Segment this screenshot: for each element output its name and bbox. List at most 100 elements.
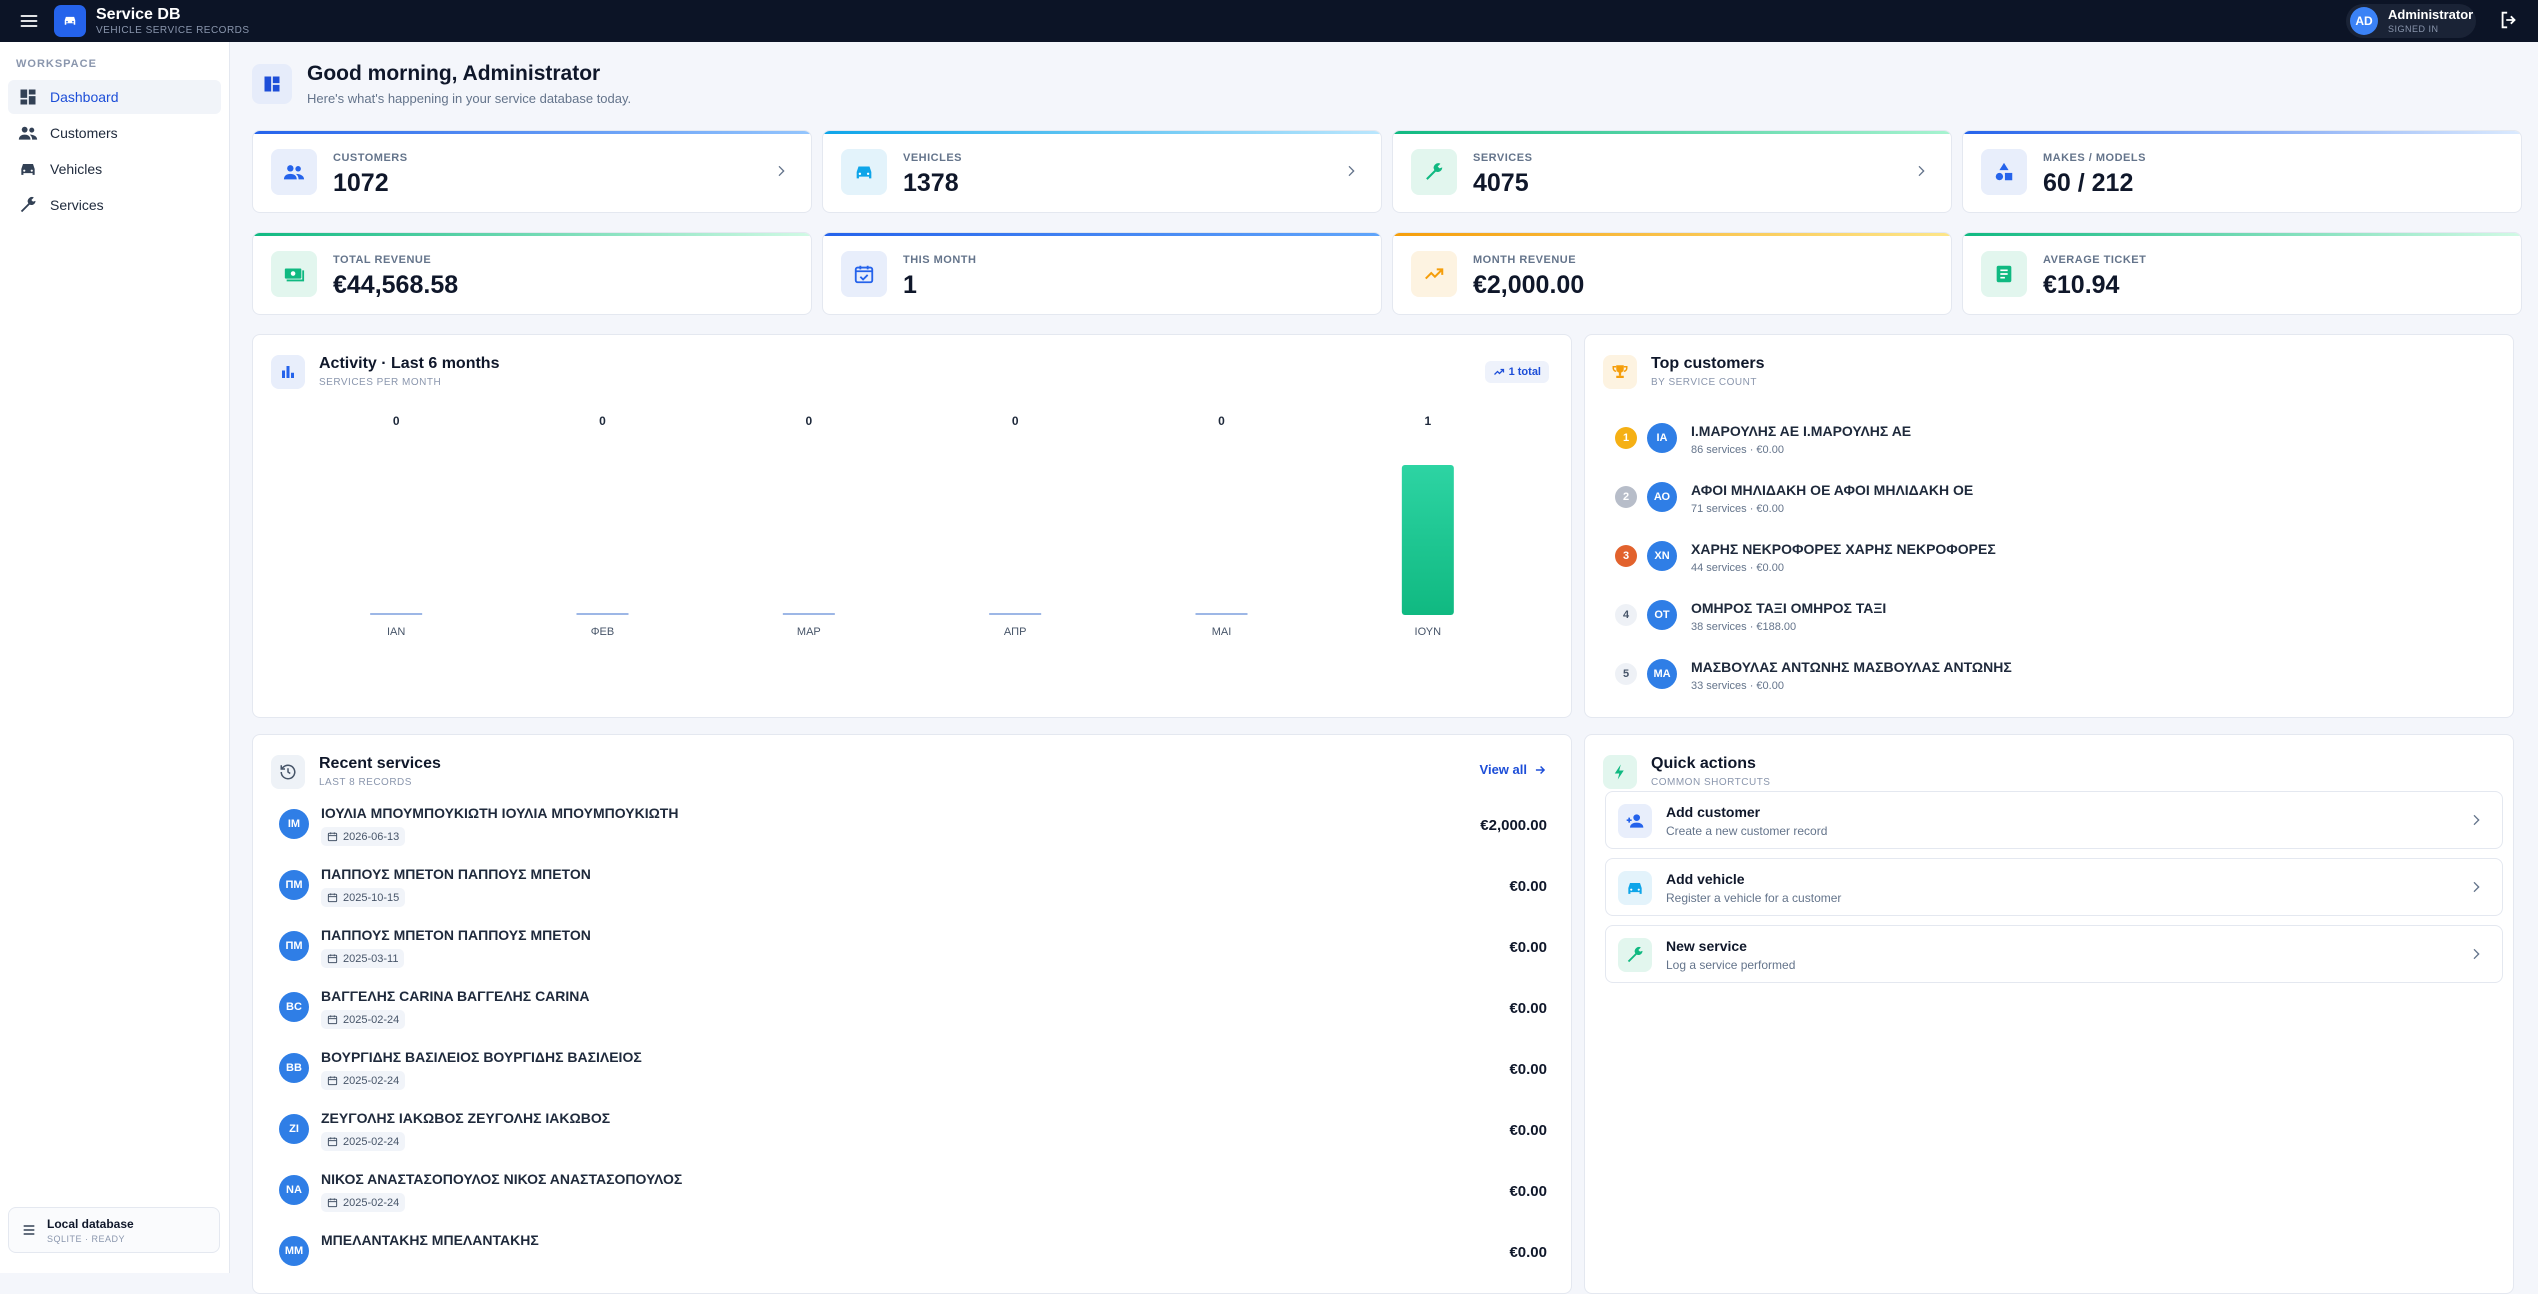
recent-service-row[interactable]: ΜΜ ΜΠΕΛΑΝΤΑΚΗΣ ΜΠΕΛΑΝΤΑΚΗΣ €0.00 [253, 1226, 1571, 1286]
chart-category-label: ΜΑΡ [797, 626, 821, 638]
service-amount: €0.00 [1509, 1244, 1547, 1261]
stat-card-services[interactable]: SERVICES 4075 [1392, 130, 1952, 213]
stat-label: CUSTOMERS [333, 152, 408, 164]
view-all-link[interactable]: View all [1480, 762, 1547, 777]
user-menu[interactable]: AD Administrator SIGNED IN [2346, 4, 2476, 38]
stat-card-month-revenue: MONTH REVENUE €2,000.00 [1392, 232, 1952, 315]
quick-action-subtitle: Create a new customer record [1666, 824, 1828, 838]
avatar: ΠΜ [279, 931, 309, 961]
avatar: ΟΤ [1647, 600, 1677, 630]
calendar-icon [327, 1015, 338, 1025]
sidebar-item-dashboard[interactable]: Dashboard [8, 80, 221, 114]
app-title: Service DB [96, 5, 181, 23]
top-customer-row[interactable]: 3 ΧΝ ΧΑΡΗΣ ΝΕΚΡΟΦΟΡΕΣ ΧΑΡΗΣ ΝΕΚΡΟΦΟΡΕΣ 44 s… [1605, 533, 2305, 583]
avatar: ΙΜ [279, 809, 309, 839]
recent-service-row[interactable]: ΝΑ ΝΙΚΟΣ ΑΝΑΣΤΑΣΟΠΟΥΛΟΣ ΝΙΚΟΣ ΑΝΑΣΤΑΣΟΠΟΥ… [253, 1165, 1571, 1225]
customer-meta: 38 services · €188.00 [1691, 621, 1797, 633]
chart-bar [1401, 465, 1454, 615]
service-date: 2025-02-24 [321, 1132, 406, 1151]
top-customer-row[interactable]: 1 ΙΑ Ι.ΜΑΡΟΥΛΗΣ ΑΕ Ι.ΜΑΡΟΥΛΗΣ ΑΕ 86 service… [1605, 415, 2305, 465]
calendar-icon [327, 1198, 338, 1208]
service-date-text: 2025-02-24 [343, 1013, 400, 1026]
chart-category-label: ΑΠΡ [1004, 626, 1027, 638]
calendar-icon [327, 1076, 338, 1086]
service-date: 2025-02-24 [321, 1193, 406, 1212]
quick-actions-title: Quick actions [1651, 755, 1756, 772]
stat-value: 1072 [333, 169, 389, 197]
service-amount: €0.00 [1509, 939, 1547, 956]
database-title: Local database [47, 1216, 134, 1231]
service-customer-name: ΠΑΠΠΟΥΣ ΜΠΕΤΟΝ ΠΑΠΠΟΥΣ ΜΠΕΤΟΝ [321, 927, 591, 943]
add-vehicle-button[interactable]: Add vehicle Register a vehicle for a cus… [1605, 858, 2503, 916]
service-date-text: 2026-06-13 [343, 830, 400, 843]
rank-badge: 5 [1615, 663, 1637, 685]
logout-icon[interactable] [2498, 9, 2522, 33]
menu-icon[interactable] [14, 6, 44, 36]
chart-category-label: ΙΑΝ [387, 626, 405, 638]
top-customer-row[interactable]: 5 ΜΑ ΜΑΣΒΟΥΛΑΣ ΑΝΤΩΝΗΣ ΜΑΣΒΟΥΛΑΣ ΑΝΤΩΝΗΣ 33… [1605, 651, 2305, 701]
chevron-right-icon [2473, 948, 2480, 960]
sidebar-item-customers[interactable]: Customers [8, 116, 221, 150]
avatar: ΖΙ [279, 1114, 309, 1144]
car-icon [1618, 871, 1652, 905]
sidebar-item-vehicles[interactable]: Vehicles [8, 152, 221, 186]
top-customer-row[interactable]: 2 ΑΟ ΑΦΟΙ ΜΗΛΙΔΑΚΗ ΟΕ ΑΦΟΙ ΜΗΛΙΔΑΚΗ ΟΕ 71 s… [1605, 474, 2305, 524]
stat-value: 60 / 212 [2043, 169, 2134, 197]
service-date: 2026-06-13 [321, 827, 406, 846]
service-date: 2025-03-11 [321, 949, 405, 968]
service-customer-name: ΒΟΥΡΓΙΔΗΣ ΒΑΣΙΛΕΙΟΣ ΒΟΥΡΓΙΔΗΣ ΒΑΣΙΛΕΙΟΣ [321, 1049, 642, 1065]
service-amount: €0.00 [1509, 878, 1547, 895]
avatar: ΜΑ [1647, 659, 1677, 689]
top-customer-row[interactable]: 4 ΟΤ ΟΜΗΡΟΣ ΤΑΞΙ ΟΜΗΡΟΣ ΤΑΞΙ 38 services · … [1605, 592, 2305, 642]
stat-value: 4075 [1473, 169, 1529, 197]
rank-badge: 3 [1615, 545, 1637, 567]
calendar-icon [327, 832, 338, 842]
user-name: Administrator [2388, 7, 2474, 22]
view-all-label: View all [1479, 762, 1527, 777]
stat-label: TOTAL REVENUE [333, 254, 432, 266]
trophy-icon [1603, 355, 1637, 389]
chart-value-label: 0 [1218, 414, 1225, 428]
chart-value-label: 0 [393, 414, 400, 428]
new-service-button[interactable]: New service Log a service performed [1605, 925, 2503, 983]
avatar: ΒΒ [279, 1053, 309, 1083]
service-date: 2025-02-24 [321, 1010, 406, 1029]
recent-service-row[interactable]: ΠΜ ΠΑΠΠΟΥΣ ΜΠΕΤΟΝ ΠΑΠΠΟΥΣ ΜΠΕΤΟΝ 2025-10-1… [253, 860, 1571, 920]
chart-bar [370, 613, 423, 615]
database-status: Local database SQLITE · READY [8, 1207, 220, 1253]
sidebar-item-services[interactable]: Services [8, 188, 221, 222]
people-icon [271, 149, 317, 195]
service-customer-name: ΖΕΥΓΟΛΗΣ ΙΑΚΩΒΟΣ ΖΕΥΓΟΛΗΣ ΙΑΚΩΒΟΣ [321, 1110, 611, 1126]
service-customer-name: ΠΑΠΠΟΥΣ ΜΠΕΤΟΝ ΠΑΠΠΟΥΣ ΜΠΕΤΟΝ [321, 866, 591, 882]
stat-card-vehicles[interactable]: VEHICLES 1378 [822, 130, 1382, 213]
recent-service-row[interactable]: BC ΒΑΓΓΕΛΗΣ CARINA ΒΑΓΓΕΛΗΣ CARINA 2025-02… [253, 982, 1571, 1042]
recent-service-row[interactable]: ΒΒ ΒΟΥΡΓΙΔΗΣ ΒΑΣΙΛΕΙΟΣ ΒΟΥΡΓΙΔΗΣ ΒΑΣΙΛΕΙΟ… [253, 1043, 1571, 1103]
person-add-icon [1618, 804, 1652, 838]
quick-action-title: Add vehicle [1666, 871, 1745, 887]
recent-service-row[interactable]: ΖΙ ΖΕΥΓΟΛΗΣ ΙΑΚΩΒΟΣ ΖΕΥΓΟΛΗΣ ΙΑΚΩΒΟΣ 2025-… [253, 1104, 1571, 1164]
chevron-right-icon [1918, 165, 1925, 177]
recent-service-row[interactable]: ΙΜ ΙΟΥΛΙΑ ΜΠΟΥΜΠΟΥΚΙΩΤΗ ΙΟΥΛΙΑ ΜΠΟΥΜΠΟΥΚΙ… [253, 799, 1571, 859]
service-customer-name: ΙΟΥΛΙΑ ΜΠΟΥΜΠΟΥΚΙΩΤΗ ΙΟΥΛΙΑ ΜΠΟΥΜΠΟΥΚΙΩΤ… [321, 805, 679, 821]
service-date-text: 2025-02-24 [343, 1196, 400, 1209]
recent-services-panel: Recent services LAST 8 RECORDS View all … [252, 734, 1572, 1294]
dashboard-icon [252, 64, 292, 104]
sidebar-item-label: Vehicles [50, 161, 103, 177]
recent-service-row[interactable]: ΠΜ ΠΑΠΠΟΥΣ ΜΠΕΤΟΝ ΠΑΠΠΟΥΣ ΜΠΕΤΟΝ 2025-03-1… [253, 921, 1571, 981]
cash-icon [271, 251, 317, 297]
customer-name: ΧΑΡΗΣ ΝΕΚΡΟΦΟΡΕΣ ΧΑΡΗΣ ΝΕΚΡΟΦΟΡΕΣ [1691, 541, 1996, 557]
stat-label: THIS MONTH [903, 254, 977, 266]
calendar-icon [327, 893, 338, 903]
add-customer-button[interactable]: Add customer Create a new customer recor… [1605, 791, 2503, 849]
app-subtitle: VEHICLE SERVICE RECORDS [96, 24, 250, 36]
list-icon [23, 1225, 35, 1235]
avatar: BC [279, 992, 309, 1022]
wrench-icon [1618, 938, 1652, 972]
calendar-icon [327, 1137, 338, 1147]
wrench-icon [1411, 149, 1457, 195]
stat-card-total-revenue: TOTAL REVENUE €44,568.58 [252, 232, 812, 315]
customer-meta: 33 services · €0.00 [1691, 680, 1784, 692]
stat-card-average-ticket: AVERAGE TICKET €10.94 [1962, 232, 2522, 315]
sidebar-item-label: Customers [50, 125, 118, 141]
stat-card-customers[interactable]: CUSTOMERS 1072 [252, 130, 812, 213]
